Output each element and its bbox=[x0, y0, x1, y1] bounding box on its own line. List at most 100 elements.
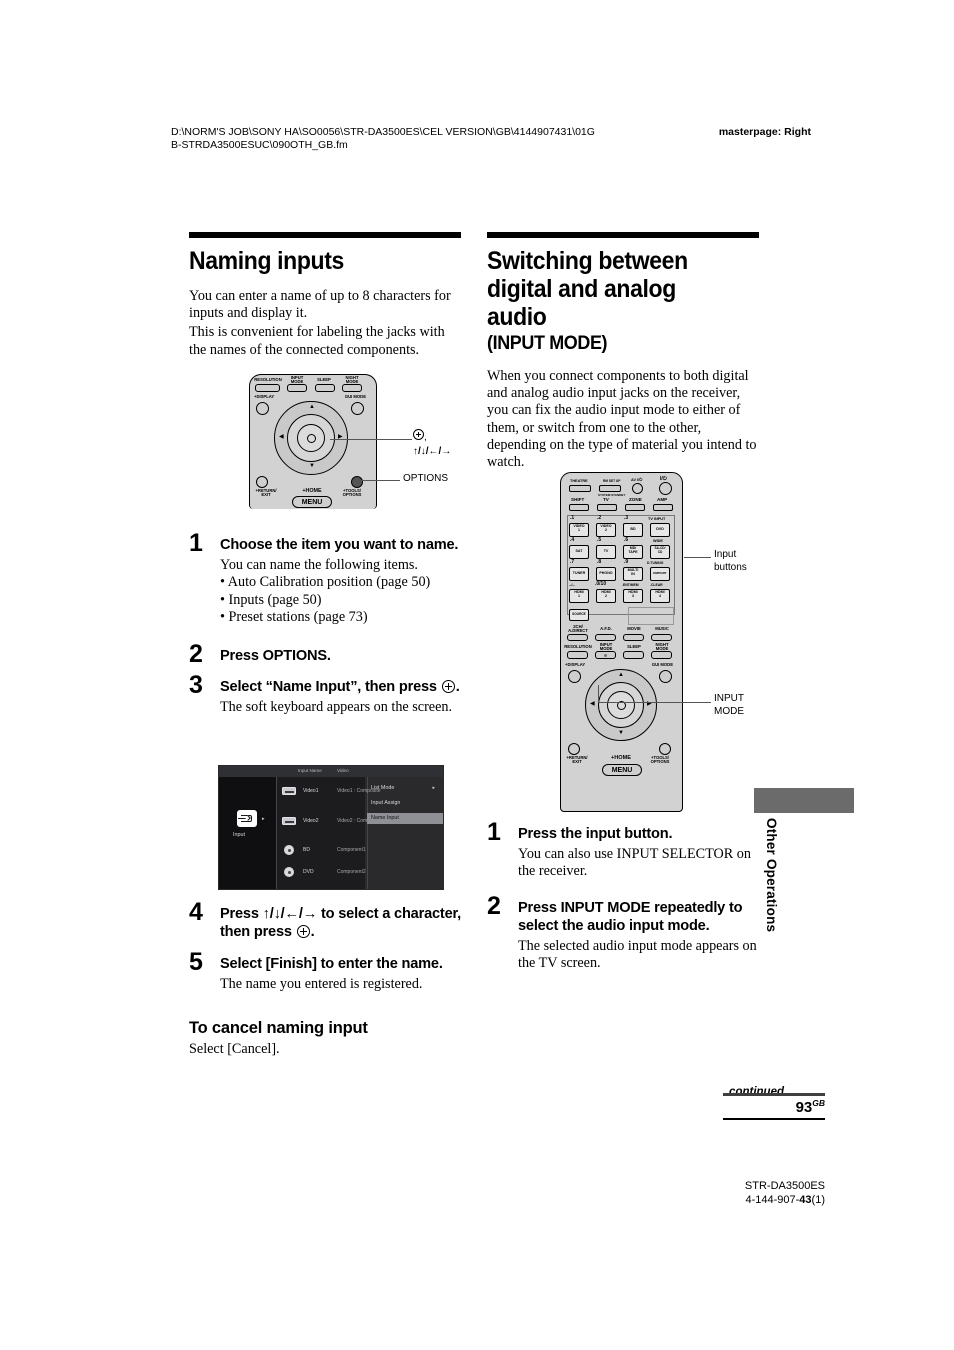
remote-lg-label-music: MUSIC bbox=[655, 626, 669, 631]
callout-input-mode-l1: INPUT bbox=[714, 693, 744, 704]
osd-topbar bbox=[219, 766, 443, 777]
footer-model-block: STR-DA3500ES 4-144-907-43(1) bbox=[745, 1180, 825, 1207]
osd-col-header-name: Input Name bbox=[298, 768, 322, 773]
remote-lg-label-tools: +TOOLS/OPTIONS bbox=[650, 755, 670, 765]
osd-menu-name-input[interactable]: Name Input bbox=[371, 815, 399, 821]
step-1-desc: You can name the following items. • Auto… bbox=[220, 557, 461, 627]
callout-line-input-mode bbox=[598, 702, 711, 704]
remote-lg-btn-shift bbox=[569, 504, 589, 511]
left-column: Naming inputs You can enter a name of up… bbox=[189, 232, 461, 361]
remote-illustration-large: THEATRE RM SET UP AV I/⏻ I/⏻ SYSTEM STAN… bbox=[560, 472, 683, 812]
remote-lg-btn-resolution bbox=[567, 651, 588, 659]
subhead-cancel-naming: To cancel naming input bbox=[189, 1019, 368, 1038]
step-5: 5 Select [Finish] to enter the name. The… bbox=[189, 950, 461, 993]
remote-sm-arrow-left-icon: ◀ bbox=[279, 434, 284, 440]
right-steps: 1 Press the input button. You can also u… bbox=[487, 820, 759, 973]
remote-lg-label-sleep: SLEEP bbox=[627, 644, 641, 649]
remote-lg-label-av-power: AV I/⏻ bbox=[631, 478, 643, 482]
osd-row-icon-1 bbox=[282, 817, 296, 825]
remote-lg-top-2: .2 bbox=[597, 515, 602, 521]
page-title-left: Naming inputs bbox=[189, 247, 344, 275]
remote-sm-btn-gui-mode bbox=[351, 402, 364, 415]
right-step-1-number: 1 bbox=[487, 818, 501, 846]
step-4-number: 4 bbox=[189, 898, 203, 926]
page-number: 93GB bbox=[796, 1098, 825, 1116]
remote-lg-arrow-up-icon: ▲ bbox=[618, 672, 624, 678]
remote-lg-top-7: .7 bbox=[570, 559, 575, 565]
right-step-2: 2 Press INPUT MODE repeatedly to select … bbox=[487, 893, 759, 973]
left-steps-2: 4 Press ↑/↓/←/→ to select a character, t… bbox=[189, 900, 461, 1061]
remote-lg-label-theatre: THEATRE bbox=[570, 479, 588, 483]
osd-col-header-video: Video bbox=[337, 768, 349, 773]
enter-button-icon-2 bbox=[296, 925, 310, 938]
osd-menu-arrow-icon: ▸ bbox=[432, 785, 435, 791]
remote-lg-btn-sat: SAT bbox=[569, 545, 589, 559]
remote-lg-btn-night-mode bbox=[651, 651, 672, 659]
remote-lg-top-4: .4 bbox=[570, 537, 575, 543]
section-rule-right bbox=[487, 232, 759, 238]
callout-line-input-buttons bbox=[684, 557, 711, 559]
remote-lg-top-dash: .-/-- bbox=[569, 583, 575, 587]
osd-menu-list-mode[interactable]: List Mode bbox=[371, 785, 394, 791]
right-step-2-desc: The selected audio input mode appears on… bbox=[518, 937, 757, 972]
remote-lg-btn-rm-setup bbox=[599, 485, 621, 492]
step-1-bullet-1: • Inputs (page 50) bbox=[220, 591, 322, 608]
remote-lg-label-rm-setup: RM SET UP bbox=[603, 479, 621, 483]
remote-sm-btn-night-mode bbox=[342, 384, 362, 392]
step-1-title: Choose the item you want to name. bbox=[220, 537, 459, 553]
osd-divider-1 bbox=[276, 777, 277, 889]
page-title-right: Switching between digital and analog aud… bbox=[487, 247, 737, 355]
left-steps: 1 Choose the item you want to name. You … bbox=[189, 520, 461, 716]
remote-lg-btn-av-power bbox=[632, 483, 643, 494]
osd-row-name-1: Video2 bbox=[303, 818, 319, 824]
subhead-cancel-body: Select [Cancel]. bbox=[189, 1041, 280, 1058]
page-title-right-l2: digital and analog audio bbox=[487, 275, 676, 331]
remote-lg-btn-music bbox=[651, 634, 672, 641]
left-intro-1: You can enter a name of up to 8 characte… bbox=[189, 288, 451, 322]
remote-lg-label-zone: ZONE bbox=[629, 497, 642, 502]
callout-line-options bbox=[360, 480, 400, 482]
step-3: 3 Select “Name Input”, then press . The … bbox=[189, 672, 461, 716]
step-1: 1 Choose the item you want to name. You … bbox=[189, 531, 461, 627]
remote-sm-label-sleep: SLEEP bbox=[317, 377, 331, 382]
section-rule-left bbox=[189, 232, 461, 238]
continued-rule bbox=[723, 1093, 825, 1096]
remote-sm-label-resolution: RESOLUTION bbox=[254, 377, 282, 382]
remote-lg-btn-dmport: DMPORT bbox=[650, 567, 670, 581]
remote-lg-btn-display bbox=[568, 670, 581, 683]
osd-input-icon bbox=[237, 810, 257, 827]
remote-lg-btn-hdmi4: HDMI 4 bbox=[650, 589, 670, 603]
header-masterpage: masterpage: Right bbox=[718, 126, 811, 138]
remote-lg-label-tv: TV bbox=[603, 497, 609, 502]
right-column: Switching between digital and analog aud… bbox=[487, 232, 759, 473]
remote-sm-enter-glyph-icon bbox=[307, 434, 316, 443]
callout-input-mode: INPUT MODE bbox=[714, 693, 744, 718]
remote-lg-btn-power bbox=[659, 482, 672, 495]
footer-part-pre: 4-144-907- bbox=[745, 1193, 800, 1206]
remote-lg-btn-dvd: DVD bbox=[650, 523, 670, 537]
remote-lg-label-amp: AMP bbox=[657, 497, 668, 502]
remote-illustration-small: RESOLUTION INPUT MODE SLEEP NIGHT MODE +DI… bbox=[249, 374, 377, 509]
step-2-title: Press OPTIONS. bbox=[220, 647, 331, 664]
remote-lg-top-entmem: .ENT/MEM bbox=[622, 583, 639, 587]
callout-line-input-mode-vert bbox=[598, 685, 600, 703]
osd-screenshot: Input Name Video ▸ Input Video1 Video1 :… bbox=[218, 765, 444, 890]
step-3-number: 3 bbox=[189, 670, 203, 699]
remote-lg-top-3: .3 bbox=[624, 515, 629, 521]
side-tab-label: Other Operations bbox=[764, 818, 779, 933]
step-1-desc-text: You can name the following items. bbox=[220, 557, 418, 573]
remote-lg-top-tvinput: TV INPUT bbox=[648, 517, 666, 521]
osd-menu-input-assign[interactable]: Input Assign bbox=[371, 800, 400, 806]
callout-arrows-label: ↑/↓/←/→ bbox=[413, 446, 452, 457]
footer-part-post: (1) bbox=[811, 1193, 825, 1206]
callout-input-buttons: Input buttons bbox=[714, 549, 747, 574]
step-2: 2 Press OPTIONS. bbox=[189, 641, 461, 666]
remote-lg-top-dtuning: D.TUNING bbox=[647, 561, 664, 565]
remote-lg-btn-amp bbox=[653, 504, 673, 511]
enter-button-icon bbox=[441, 679, 455, 693]
callout-input-mode-l2: MODE bbox=[714, 705, 744, 717]
remote-sm-arrow-up-icon: ▲ bbox=[309, 404, 315, 410]
osd-row-name-0: Video1 bbox=[303, 788, 319, 794]
remote-lg-btn-options bbox=[659, 743, 671, 755]
remote-lg-btn-movie bbox=[623, 634, 644, 641]
